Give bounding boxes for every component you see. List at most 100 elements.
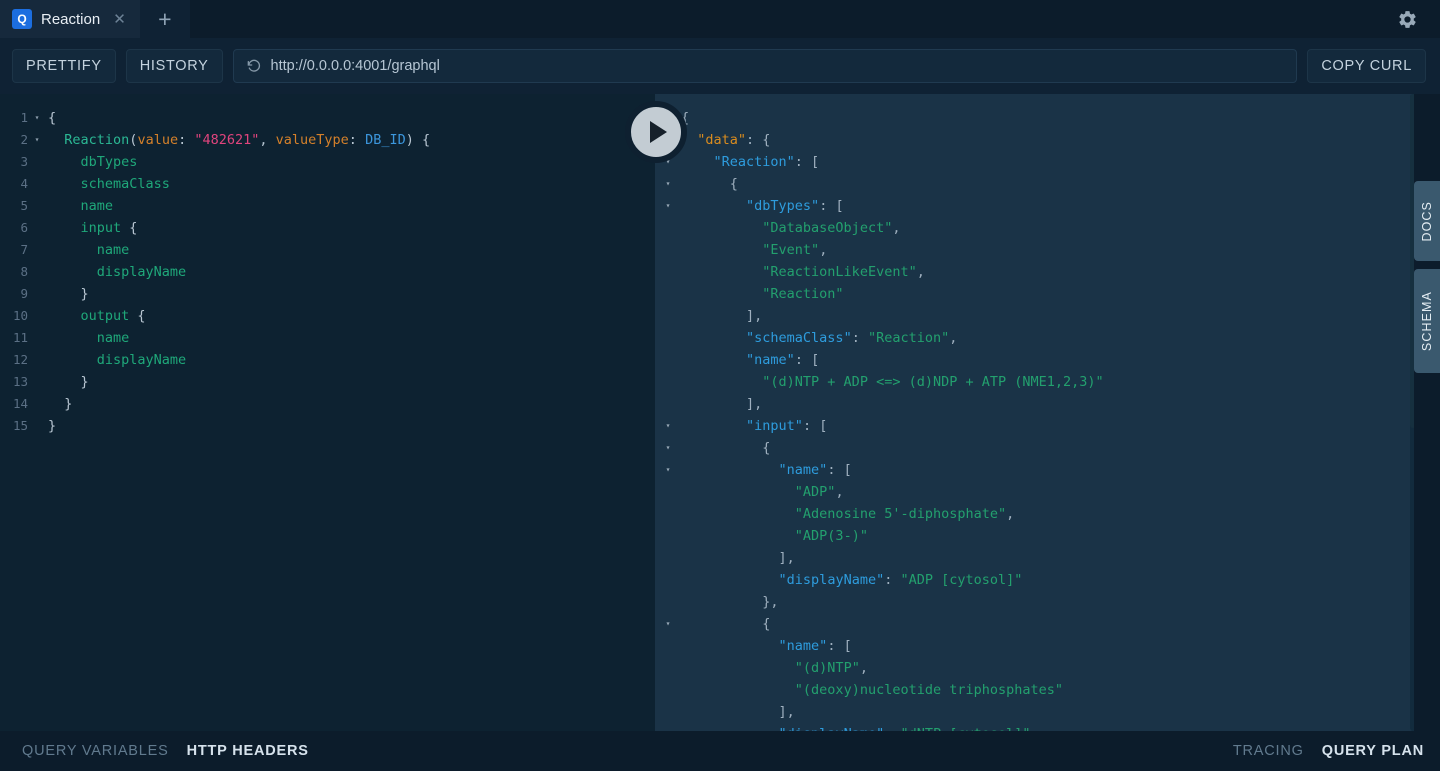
json-token-punc: : [ bbox=[827, 462, 852, 478]
editor-line-number: 6 bbox=[20, 220, 28, 235]
json-token-punc bbox=[681, 462, 779, 478]
json-token-punc: : bbox=[884, 726, 900, 731]
footer-left-group: QUERY VARIABLES HTTP HEADERS bbox=[22, 743, 309, 759]
response-fold-toggle-icon[interactable]: ▾ bbox=[655, 415, 681, 437]
json-token-punc bbox=[681, 638, 779, 654]
gql-token-arg: value bbox=[137, 132, 179, 148]
json-token-str: "Reaction" bbox=[762, 286, 844, 302]
add-tab-button[interactable]: + bbox=[139, 0, 190, 38]
query-editor-pane[interactable]: 1 ▾{2 ▾ Reaction(value: "482621", valueTyp… bbox=[0, 94, 655, 731]
json-token-punc: : [ bbox=[827, 638, 852, 654]
json-token-punc: ], bbox=[681, 704, 795, 720]
response-fold-toggle-icon[interactable]: ▾ bbox=[655, 613, 681, 635]
json-token-punc bbox=[681, 154, 714, 170]
response-pane[interactable]: ▾{▾ "data": {▾ "Reaction": [▾ {▾ "dbType… bbox=[655, 94, 1440, 731]
response-line-code: "name": [ bbox=[681, 635, 852, 657]
side-tab-strip: DOCS SCHEMA bbox=[1414, 94, 1440, 731]
json-token-punc: , bbox=[819, 242, 828, 258]
json-token-punc bbox=[681, 682, 795, 698]
editor-fold-toggle-icon[interactable]: ▾ bbox=[30, 107, 44, 129]
execute-query-button[interactable] bbox=[625, 101, 687, 163]
docs-tab-label: DOCS bbox=[1420, 200, 1434, 242]
editor-fold-toggle-icon[interactable]: ▾ bbox=[30, 129, 44, 151]
response-line: "(deoxy)nucleotide triphosphates" bbox=[655, 679, 1440, 701]
gql-token-query: Reaction bbox=[64, 132, 130, 148]
json-token-punc bbox=[681, 660, 795, 676]
schema-tab[interactable]: SCHEMA bbox=[1414, 269, 1440, 373]
response-fold-toggle-icon[interactable]: ▾ bbox=[655, 173, 681, 195]
response-line: ], bbox=[655, 701, 1440, 723]
response-line: "Event", bbox=[655, 239, 1440, 261]
gql-token-field: displayName bbox=[96, 352, 187, 368]
query-editor-lines: 1 ▾{2 ▾ Reaction(value: "482621", valueTyp… bbox=[0, 94, 655, 437]
json-token-punc bbox=[681, 198, 746, 214]
editor-line-code: } bbox=[44, 371, 89, 393]
editor-line-code: Reaction(value: "482621", valueType: DB_… bbox=[44, 129, 430, 151]
history-button[interactable]: HISTORY bbox=[125, 49, 223, 83]
editor-line-code: input { bbox=[44, 217, 138, 239]
response-line-code: "(deoxy)nucleotide triphosphates" bbox=[681, 679, 1063, 701]
copy-curl-button[interactable]: COPY CURL bbox=[1307, 49, 1426, 83]
editor-line-code: } bbox=[44, 415, 56, 437]
response-line: "name": [ bbox=[655, 349, 1440, 371]
response-line-code: "name": [ bbox=[681, 459, 852, 481]
gql-token-punc: { bbox=[121, 220, 138, 236]
response-json-lines: ▾{▾ "data": {▾ "Reaction": [▾ {▾ "dbType… bbox=[655, 94, 1440, 731]
response-fold-toggle-icon[interactable]: ▾ bbox=[655, 195, 681, 217]
json-token-key: "name" bbox=[778, 638, 828, 654]
json-token-key: "dbTypes" bbox=[746, 198, 820, 214]
response-line: }, bbox=[655, 591, 1440, 613]
gql-token-punc: { bbox=[48, 110, 57, 126]
docs-tab[interactable]: DOCS bbox=[1414, 181, 1440, 261]
editor-line-code: displayName bbox=[44, 261, 186, 283]
footer-tab-tracing[interactable]: TRACING bbox=[1233, 743, 1304, 759]
response-line-code: "Event", bbox=[681, 239, 827, 261]
response-line-code: "(d)NTP", bbox=[681, 657, 868, 679]
response-line-code: "displayName": "dNTP [cytosol]" bbox=[681, 723, 1031, 731]
footer-tab-query-plan[interactable]: QUERY PLAN bbox=[1322, 743, 1424, 759]
response-line: ▾ { bbox=[655, 173, 1440, 195]
response-line: ▾ { bbox=[655, 437, 1440, 459]
json-token-punc bbox=[681, 330, 746, 346]
response-line-code: "ADP", bbox=[681, 481, 844, 503]
json-token-key: "name" bbox=[778, 462, 828, 478]
json-token-str: "DatabaseObject" bbox=[762, 220, 893, 236]
response-line: ], bbox=[655, 393, 1440, 415]
footer-bar: QUERY VARIABLES HTTP HEADERS TRACING QUERY… bbox=[0, 731, 1440, 771]
editor-line-number: 10 bbox=[12, 308, 28, 323]
json-token-punc bbox=[681, 286, 762, 302]
gql-token-punc bbox=[48, 132, 64, 148]
footer-tab-http-headers[interactable]: HTTP HEADERS bbox=[187, 743, 309, 759]
response-fold-toggle-icon[interactable]: ▾ bbox=[655, 437, 681, 459]
gql-token-punc bbox=[48, 220, 81, 236]
endpoint-url-input[interactable]: http://0.0.0.0:4001/graphql bbox=[232, 49, 1298, 83]
tab-reaction[interactable]: Q Reaction ✕ bbox=[0, 0, 140, 38]
gql-token-field: input bbox=[80, 220, 122, 236]
editor-line-code: name bbox=[44, 327, 130, 349]
editor-line: 4 schemaClass bbox=[0, 173, 655, 195]
json-token-key: "schemaClass" bbox=[746, 330, 852, 346]
endpoint-url-value: http://0.0.0.0:4001/graphql bbox=[270, 58, 440, 74]
json-token-str: "ADP(3-)" bbox=[794, 528, 868, 544]
editor-line-number: 12 bbox=[12, 352, 28, 367]
editor-line-code: dbTypes bbox=[44, 151, 138, 173]
json-token-punc bbox=[681, 374, 762, 390]
json-token-str: "(d)NTP" bbox=[794, 660, 860, 676]
response-line-code: "name": [ bbox=[681, 349, 819, 371]
gql-token-punc: } bbox=[48, 374, 89, 390]
close-icon[interactable]: ✕ bbox=[113, 12, 126, 27]
footer-tab-query-variables[interactable]: QUERY VARIABLES bbox=[22, 743, 169, 759]
response-line: ▾ "dbTypes": [ bbox=[655, 195, 1440, 217]
gql-token-punc: } bbox=[48, 396, 73, 412]
graphql-playground-window: Q Reaction ✕ + PRETTIFY HISTORY http://0… bbox=[0, 0, 1440, 771]
response-fold-toggle-icon[interactable]: ▾ bbox=[655, 459, 681, 481]
editor-line-code: } bbox=[44, 283, 89, 305]
json-token-punc: { bbox=[681, 176, 738, 192]
editor-line: 3 dbTypes bbox=[0, 151, 655, 173]
json-token-str: "ADP [cytosol]" bbox=[900, 572, 1023, 588]
json-token-str: "Event" bbox=[762, 242, 820, 258]
gear-icon[interactable] bbox=[1390, 0, 1424, 38]
prettify-button[interactable]: PRETTIFY bbox=[12, 49, 116, 83]
play-icon bbox=[650, 121, 667, 143]
response-line-code: ], bbox=[681, 701, 795, 723]
